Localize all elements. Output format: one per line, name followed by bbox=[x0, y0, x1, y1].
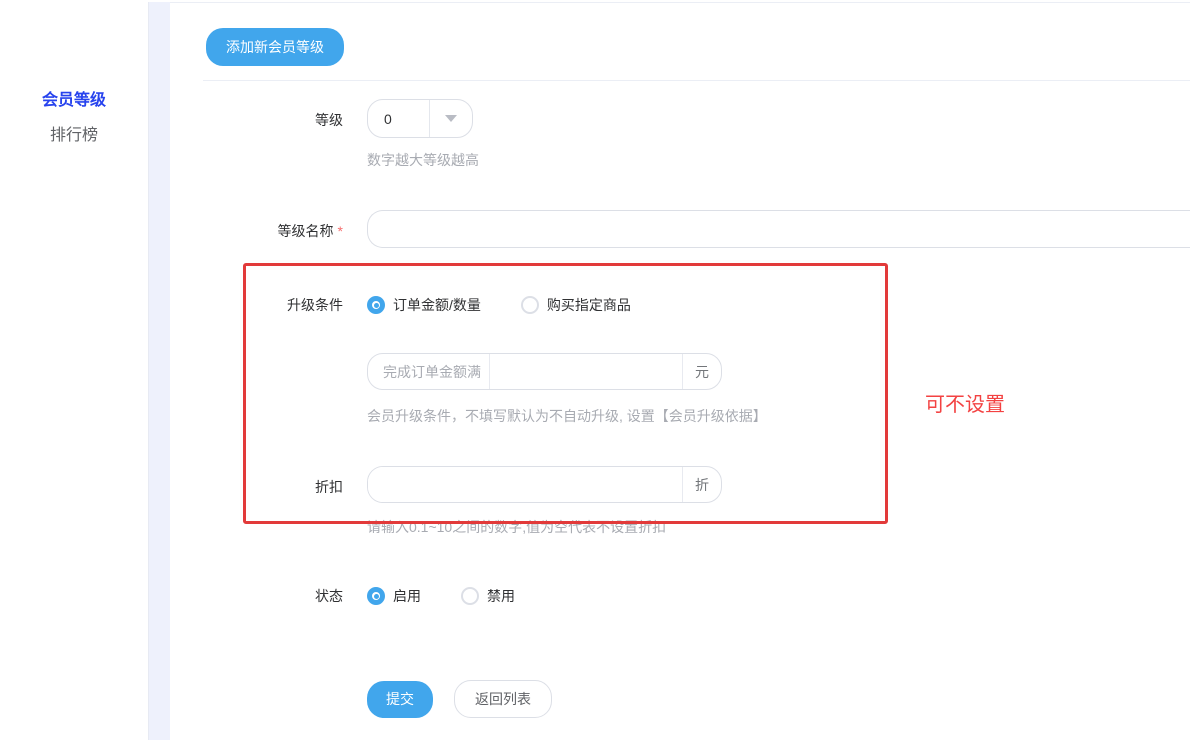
main-content: 添加新会员等级 等级 0 数字越大等级越高 bbox=[170, 2, 1190, 740]
level-select-value: 0 bbox=[368, 100, 429, 137]
status-row: 状态 启用 禁用 bbox=[203, 585, 1190, 606]
radio-unselected-icon bbox=[521, 296, 539, 314]
toolbar: 添加新会员等级 bbox=[170, 3, 1190, 66]
radio-selected-icon bbox=[367, 587, 385, 605]
chevron-down-icon bbox=[445, 115, 457, 122]
radio-status-disabled[interactable]: 禁用 bbox=[461, 586, 515, 606]
discount-label: 折扣 bbox=[203, 466, 343, 497]
order-amount-suffix-yuan: 元 bbox=[682, 354, 721, 389]
radio-status-enabled[interactable]: 启用 bbox=[367, 586, 421, 606]
level-hint: 数字越大等级越高 bbox=[367, 150, 479, 170]
sidebar-item-member-level[interactable]: 会员等级 bbox=[0, 80, 148, 115]
status-label: 状态 bbox=[203, 585, 343, 606]
discount-row: 折扣 折 请输入0.1~10之间的数字,值为空代表不设置折扣 bbox=[203, 466, 1190, 537]
radio-selected-icon bbox=[367, 296, 385, 314]
level-select[interactable]: 0 bbox=[367, 99, 473, 138]
level-select-arrow-segment[interactable] bbox=[429, 100, 472, 137]
add-member-level-button[interactable]: 添加新会员等级 bbox=[206, 28, 344, 66]
level-row: 等级 0 数字越大等级越高 bbox=[203, 99, 1190, 170]
discount-input-group: 折 bbox=[367, 466, 722, 503]
order-amount-input[interactable] bbox=[490, 354, 682, 389]
discount-suffix-zhe: 折 bbox=[682, 467, 721, 502]
radio-specified-goods[interactable]: 购买指定商品 bbox=[521, 295, 631, 315]
level-name-input[interactable] bbox=[367, 210, 1190, 248]
actions-row: 提交 返回列表 bbox=[203, 680, 1190, 718]
sidebar-item-ranking[interactable]: 排行榜 bbox=[0, 115, 148, 150]
upgrade-condition-row: 升级条件 订单金额/数量 购买指定商品 bbox=[203, 294, 1190, 315]
upgrade-condition-label: 升级条件 bbox=[203, 294, 343, 315]
sidebar: 会员等级 排行榜 bbox=[0, 0, 148, 740]
discount-hint: 请输入0.1~10之间的数字,值为空代表不设置折扣 bbox=[367, 517, 722, 537]
level-label: 等级 bbox=[203, 99, 343, 130]
level-name-label: 等级名称* bbox=[203, 210, 343, 241]
discount-input[interactable] bbox=[368, 467, 682, 502]
back-to-list-button[interactable]: 返回列表 bbox=[454, 680, 552, 718]
order-amount-prepend: 完成订单金额满 bbox=[368, 354, 490, 389]
member-level-form: 等级 0 数字越大等级越高 等级名称* bbox=[203, 99, 1190, 718]
sidebar-gutter bbox=[148, 2, 170, 740]
order-amount-row: 完成订单金额满 元 会员升级条件，不填写默认为不自动升级, 设置【会员升级依据】 bbox=[203, 353, 1190, 426]
upgrade-condition-hint: 会员升级条件，不填写默认为不自动升级, 设置【会员升级依据】 bbox=[367, 406, 767, 426]
annotation-optional-note: 可不设置 bbox=[925, 388, 1005, 417]
toolbar-divider bbox=[203, 80, 1190, 81]
submit-button[interactable]: 提交 bbox=[367, 681, 433, 718]
required-asterisk: * bbox=[338, 223, 343, 239]
level-name-row: 等级名称* bbox=[203, 210, 1190, 248]
member-level-page: 会员等级 排行榜 添加新会员等级 等级 0 数字越大等级越高 bbox=[0, 0, 1190, 740]
radio-unselected-icon bbox=[461, 587, 479, 605]
radio-order-amount[interactable]: 订单金额/数量 bbox=[367, 295, 481, 315]
order-amount-input-group: 完成订单金额满 元 bbox=[367, 353, 722, 390]
